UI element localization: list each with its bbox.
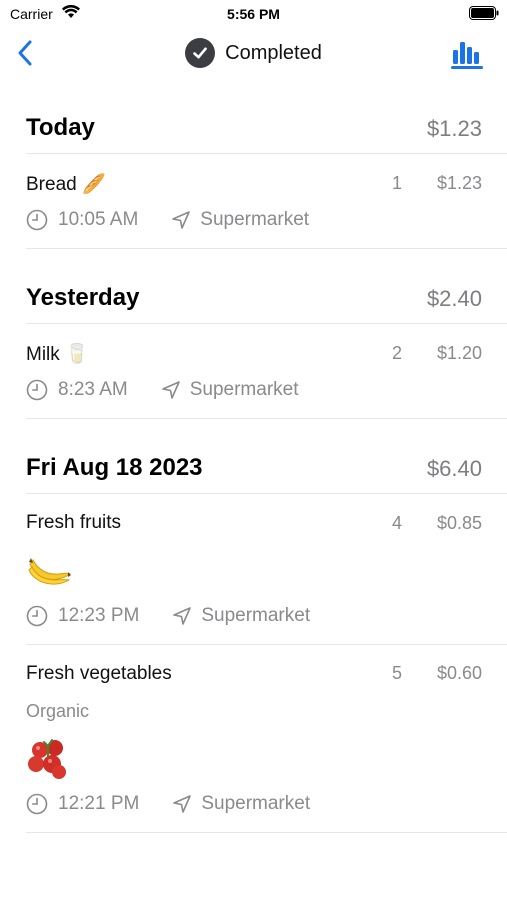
item-location: Supermarket [200, 209, 310, 230]
title-group: Completed [0, 38, 507, 68]
item-meta: 8:23 AM Supermarket [26, 379, 299, 401]
divider [26, 248, 507, 249]
item-name: Fresh vegetables [26, 663, 172, 684]
item-name: Fresh fruits [26, 512, 122, 533]
section-title: Today [26, 114, 95, 141]
divider [26, 418, 507, 419]
clock-icon [26, 793, 48, 815]
item-time: 10:05 AM [58, 209, 139, 230]
divider [26, 153, 507, 154]
navigation-bar: Completed [0, 30, 507, 76]
section-total: $1.23 [426, 116, 482, 141]
clock-icon [26, 605, 48, 627]
divider [26, 644, 507, 645]
item-name: Bread 🥖 [26, 174, 106, 195]
item-price: $1.20 [436, 343, 482, 363]
location-arrow-icon [172, 211, 191, 229]
item-location: Supermarket [201, 793, 311, 814]
item-price: $1.23 [436, 173, 482, 193]
section-header-today: Today $1.23 [26, 110, 482, 150]
item-name: Milk 🥛 [26, 344, 89, 365]
item-meta: 10:05 AM Supermarket [26, 209, 309, 231]
item-time: 12:23 PM [58, 605, 140, 626]
section-title: Yesterday [26, 284, 140, 311]
location-arrow-icon [161, 381, 180, 399]
item-quantity: 4 [391, 513, 402, 533]
section-title: Fri Aug 18 2023 [26, 454, 203, 481]
section-total: $2.40 [426, 286, 482, 311]
clock-icon [26, 209, 48, 231]
page-title: Completed [225, 41, 322, 64]
section-header-yesterday: Yesterday $2.40 [26, 280, 482, 320]
bar-chart-icon[interactable] [449, 38, 485, 70]
list-item-milk[interactable]: Milk 🥛 2 $1.20 8:23 AM Supermarket [26, 330, 482, 418]
checkmark-circle-icon [185, 38, 216, 68]
section-header-fri-aug-18-2023: Fri Aug 18 2023 $6.40 [26, 450, 482, 490]
clock-icon [26, 379, 48, 401]
battery-icon [469, 6, 499, 20]
location-arrow-icon [173, 795, 192, 813]
item-price: $0.85 [436, 513, 482, 533]
item-meta: 12:23 PM Supermarket [26, 605, 310, 627]
item-quantity: 2 [391, 343, 402, 363]
item-price: $0.60 [436, 663, 482, 683]
tomato-icon [28, 739, 66, 779]
list-item-fresh-fruits[interactable]: Fresh fruits 4 $0.85 12:23 PM Supermarke… [26, 500, 482, 644]
list-item-bread[interactable]: Bread 🥖 1 $1.23 10:05 AM Supermarket [26, 160, 482, 248]
status-time: 5:56 PM [227, 6, 280, 22]
item-note: Organic [26, 701, 90, 721]
item-time: 12:21 PM [58, 793, 140, 814]
item-quantity: 5 [391, 663, 402, 683]
item-location: Supermarket [201, 605, 311, 626]
item-time: 8:23 AM [58, 379, 128, 400]
status-bar: Carrier 5:56 PM [0, 0, 507, 28]
section-total: $6.40 [426, 456, 482, 481]
list-item-fresh-vegetables[interactable]: Fresh vegetables 5 $0.60 Organic 12:21 P… [26, 650, 482, 832]
divider [26, 323, 507, 324]
location-arrow-icon [173, 607, 192, 625]
item-quantity: 1 [391, 173, 402, 193]
divider [26, 493, 507, 494]
item-meta: 12:21 PM Supermarket [26, 793, 310, 815]
item-location: Supermarket [189, 379, 299, 400]
banana-icon [28, 558, 71, 585]
divider [26, 832, 507, 833]
